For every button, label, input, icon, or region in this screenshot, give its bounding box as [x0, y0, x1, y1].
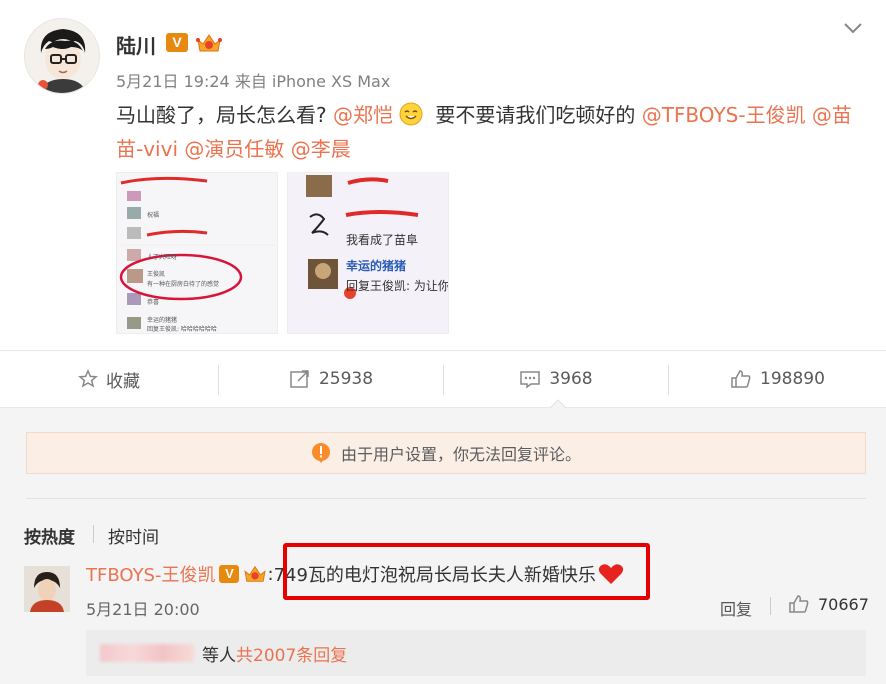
highlight-box [283, 543, 650, 600]
comment-count: 3968 [549, 369, 593, 389]
chat-line: 幸运的猪猪 [147, 317, 178, 324]
sub-reply-count-link[interactable]: 共2007条回复 [236, 641, 347, 666]
divider [26, 498, 866, 499]
crown-badge-icon [243, 564, 267, 584]
notice-text: 由于用户设置，你无法回复评论。 [340, 445, 581, 464]
post-text: 马山酸了，局长怎么看? @郑恺 要不要请我们吃顿好的 @TFBOYS-王俊凯 @… [116, 98, 876, 166]
chat-line: 恭喜 [147, 299, 160, 306]
chat-line: 有一种在厨房白待了的感觉 [147, 281, 220, 288]
post-text-segment: 要不要请我们吃顿好的 [428, 103, 642, 127]
thumbs-up-icon [789, 595, 809, 613]
sub-reply-suffix: 等人 [202, 645, 236, 666]
chevron-down-icon[interactable] [842, 20, 864, 36]
divider [93, 525, 94, 543]
verified-badge-icon: V [166, 33, 188, 52]
verified-badge-icon: V [219, 565, 240, 583]
comment-like-button[interactable]: 70667 [788, 594, 869, 614]
author-name[interactable]: 陆川 [116, 30, 156, 59]
mention-link[interactable]: @郑恺 [333, 103, 393, 127]
mention-link[interactable]: @演员任敏 [178, 137, 284, 161]
star-icon [78, 369, 98, 388]
smile-emoji-icon [399, 102, 423, 126]
chat-line: 幸运的猪猪 [346, 259, 407, 273]
sub-reply-summary[interactable]: 等人 共2007条回复 [86, 630, 866, 676]
sort-by-time[interactable]: 按时间 [108, 523, 159, 548]
commenter-avatar[interactable] [24, 566, 70, 612]
caret-up-icon [549, 399, 567, 409]
mention-link[interactable]: @TFBOYS-王俊凯 [642, 103, 806, 127]
alert-icon [311, 443, 330, 463]
reply-restriction-notice: 由于用户设置，你无法回复评论。 [26, 432, 866, 474]
post-meta: 5月21日 19:24 来自 iPhone XS Max [116, 72, 391, 91]
reply-button[interactable]: 回复 [720, 596, 752, 620]
repost-button[interactable]: 25938 [219, 351, 443, 407]
like-count: 198890 [760, 369, 825, 389]
like-button[interactable]: 198890 [669, 351, 886, 407]
chat-line: 回复王俊凯: 哈哈哈哈哈哈 [147, 326, 217, 333]
action-bar: 收藏 25938 3968 198890 [0, 350, 886, 408]
blurred-username [100, 644, 194, 662]
repost-count: 25938 [318, 369, 374, 389]
comment-like-count: 70667 [818, 594, 869, 614]
chat-line: 祝福 [147, 212, 160, 219]
chat-line: 人丁兴旺呀 [147, 254, 178, 261]
post-image-chat-right[interactable]: 我看成了苗阜 幸运的猪猪 回复王俊凯: 为让你 [287, 172, 449, 334]
post-text-segment: 马山酸了，局长怎么看? [116, 103, 333, 127]
post-image-chat-left[interactable]: 祝福 人丁兴旺呀 王俊凯 有一种在厨房白待了的感觉 恭喜 幸运的猪猪 回复王俊凯… [116, 172, 278, 334]
comment-time: 5月21日 20:00 [86, 600, 200, 619]
chat-line: 我看成了苗阜 [346, 233, 419, 247]
sort-by-hot[interactable]: 按热度 [24, 523, 75, 548]
chat-line: 回复王俊凯: 为让你 [346, 279, 449, 293]
divider [770, 597, 771, 615]
repost-icon [290, 370, 309, 388]
favorite-button[interactable]: 收藏 [0, 351, 218, 407]
mention-link[interactable]: @李晨 [284, 137, 351, 161]
comment-username[interactable]: TFBOYS-王俊凯 [86, 561, 215, 587]
favorite-label: 收藏 [106, 371, 140, 392]
comment-icon [520, 371, 541, 389]
crown-badge-icon [196, 32, 222, 54]
author-avatar[interactable] [24, 18, 100, 94]
thumbs-up-icon [731, 370, 751, 388]
chat-line: 王俊凯 [147, 271, 166, 278]
